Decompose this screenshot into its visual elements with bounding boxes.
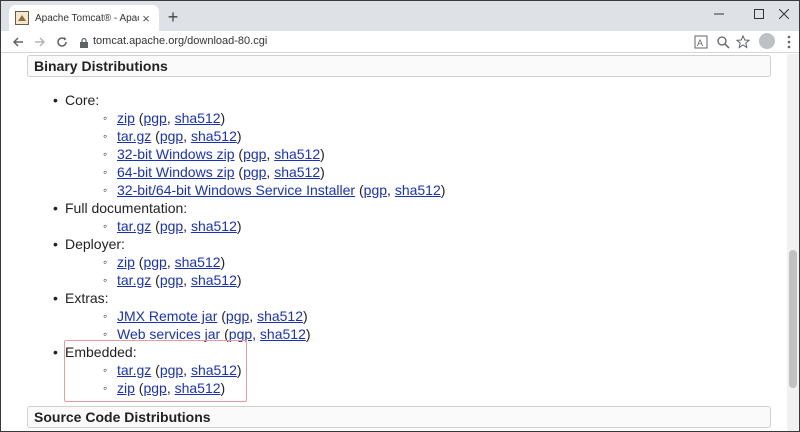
group-deployer-label: Deployer: (53, 236, 125, 254)
embedded-highlight-box (64, 340, 247, 402)
list-item: tar.gz (pgp, sha512) (103, 218, 242, 236)
account-avatar[interactable] (759, 33, 775, 49)
tab-strip: Apache Tomcat® - Apache To × + (1, 1, 799, 31)
browser-toolbar: tomcat.apache.org/download-80.cgi A (1, 31, 799, 53)
sha512-link[interactable]: sha512 (191, 128, 237, 144)
list-item: 32-bit Windows zip (pgp, sha512) (103, 146, 325, 164)
pgp-link[interactable]: pgp (160, 128, 183, 144)
tomcat-favicon-icon (15, 11, 29, 25)
translate-icon[interactable]: A (693, 34, 709, 50)
list-item: zip (pgp, sha512) (103, 110, 225, 128)
tab-title: Apache Tomcat® - Apache To (35, 12, 139, 24)
download-link[interactable]: tar.gz (117, 128, 151, 144)
list-item: 32-bit/64-bit Windows Service Installer … (103, 182, 445, 200)
address-bar-url[interactable]: tomcat.apache.org/download-80.cgi (93, 35, 267, 47)
reload-icon[interactable] (53, 33, 71, 51)
sha512-link[interactable]: sha512 (175, 254, 221, 270)
sha512-link[interactable]: sha512 (191, 218, 237, 234)
download-link[interactable]: tar.gz (117, 272, 151, 288)
vertical-scrollbar[interactable] (787, 54, 799, 431)
star-icon[interactable] (735, 34, 751, 50)
pgp-link[interactable]: pgp (160, 272, 183, 288)
forward-arrow-icon[interactable] (31, 33, 49, 51)
section-binary-distributions: Binary Distributions (27, 55, 771, 77)
pgp-link[interactable]: pgp (143, 110, 166, 126)
download-link[interactable]: zip (117, 254, 135, 270)
sha512-link[interactable]: sha512 (274, 146, 320, 162)
group-core-label: Core: (53, 92, 99, 110)
download-link[interactable]: 64-bit Windows zip (117, 164, 235, 180)
group-fulldoc-label: Full documentation: (53, 200, 187, 218)
download-link[interactable]: zip (117, 110, 135, 126)
section-source-code-distributions: Source Code Distributions (27, 406, 771, 428)
sha512-link[interactable]: sha512 (175, 110, 221, 126)
svg-text:A: A (697, 38, 703, 48)
new-tab-button[interactable]: + (163, 7, 183, 27)
minimize-icon[interactable] (699, 1, 739, 27)
list-item: 64-bit Windows zip (pgp, sha512) (103, 164, 325, 182)
group-extras-label: Extras: (53, 290, 108, 308)
kebab-menu-icon[interactable] (781, 34, 797, 50)
browser-window: Apache Tomcat® - Apache To × + tomcat.ap… (0, 0, 800, 432)
pgp-link[interactable]: pgp (364, 182, 387, 198)
download-link[interactable]: 32-bit Windows zip (117, 146, 235, 162)
pgp-link[interactable]: pgp (143, 254, 166, 270)
pgp-link[interactable]: pgp (160, 218, 183, 234)
sha512-link[interactable]: sha512 (274, 164, 320, 180)
pgp-link[interactable]: pgp (243, 164, 266, 180)
sha512-link[interactable]: sha512 (191, 272, 237, 288)
sha512-link[interactable]: sha512 (260, 326, 306, 342)
sha512-link[interactable]: sha512 (395, 182, 441, 198)
back-arrow-icon[interactable] (9, 33, 27, 51)
scrollbar-thumb[interactable] (789, 250, 797, 388)
pgp-link[interactable]: pgp (243, 146, 266, 162)
lock-icon[interactable] (79, 36, 89, 48)
zoom-icon[interactable] (715, 34, 731, 50)
list-item: tar.gz (pgp, sha512) (103, 272, 242, 290)
pgp-link[interactable]: pgp (226, 308, 249, 324)
download-link[interactable]: JMX Remote jar (117, 308, 217, 324)
sha512-link[interactable]: sha512 (257, 308, 303, 324)
download-link[interactable]: tar.gz (117, 218, 151, 234)
close-window-icon[interactable] (769, 1, 799, 27)
tab-apache-tomcat[interactable]: Apache Tomcat® - Apache To × (9, 5, 159, 31)
download-link[interactable]: 32-bit/64-bit Windows Service Installer (117, 182, 355, 198)
page-content: Binary Distributions Core: zip (pgp, sha… (1, 54, 787, 431)
list-item: zip (pgp, sha512) (103, 254, 225, 272)
tab-close-icon[interactable]: × (139, 11, 153, 26)
list-item: JMX Remote jar (pgp, sha512) (103, 308, 308, 326)
list-item: tar.gz (pgp, sha512) (103, 128, 242, 146)
